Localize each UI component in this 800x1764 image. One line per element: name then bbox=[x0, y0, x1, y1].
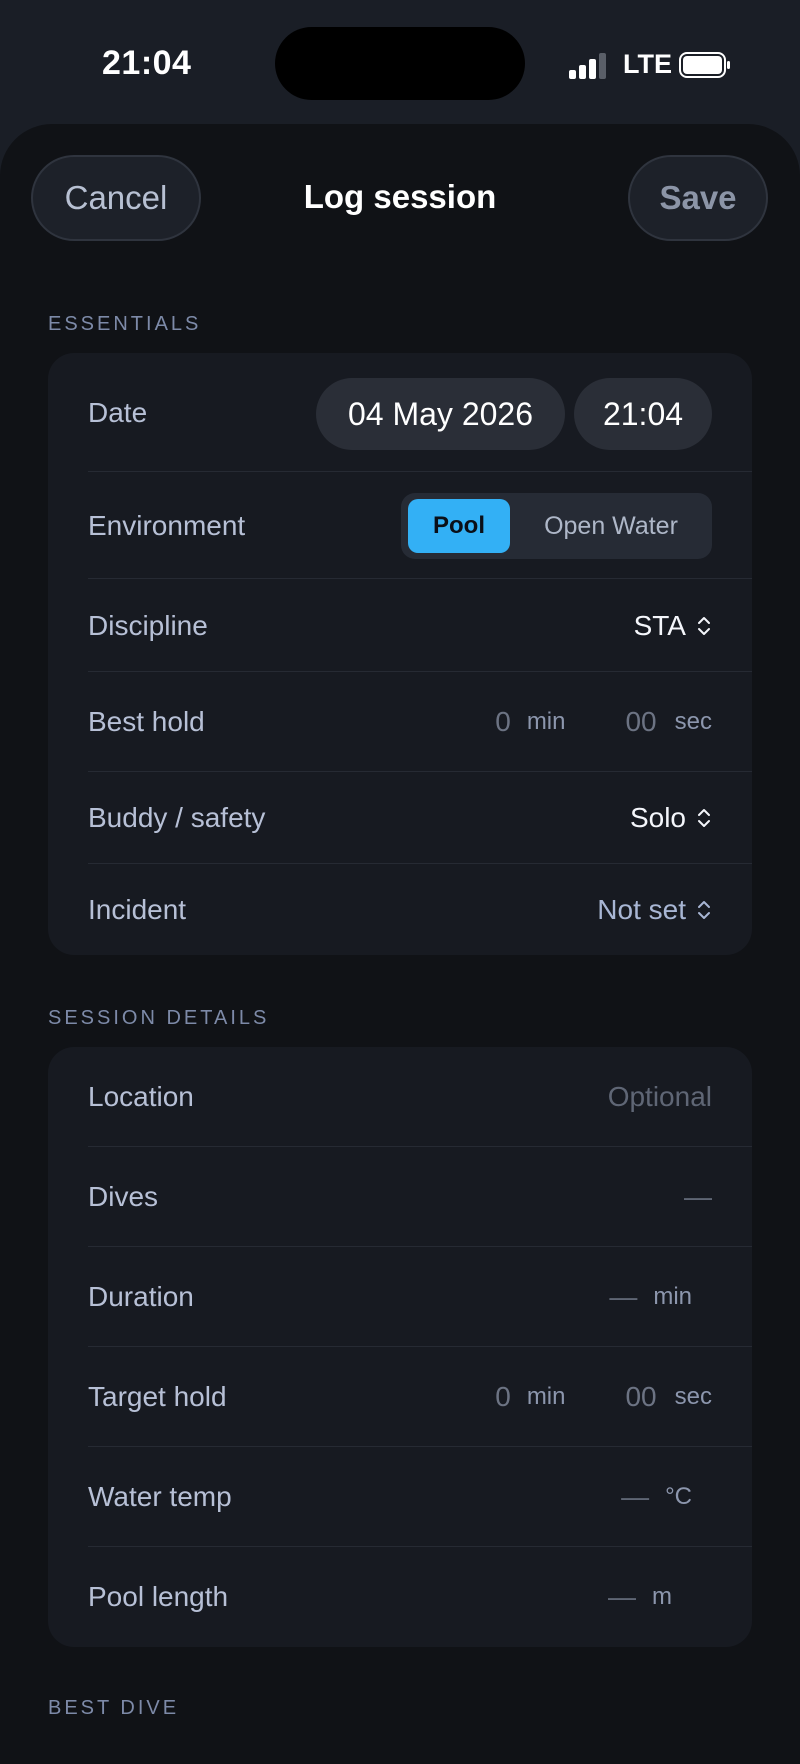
water-temp-row[interactable]: Water temp — °C bbox=[88, 1447, 752, 1547]
pool-length-input[interactable]: — m bbox=[608, 1581, 672, 1613]
location-placeholder: Optional bbox=[607, 1081, 712, 1112]
water-temp-value: — bbox=[621, 1481, 650, 1512]
section-header-session-details: SESSION DETAILS bbox=[48, 1007, 270, 1029]
dynamic-island bbox=[275, 27, 525, 100]
save-button[interactable]: Save bbox=[628, 155, 768, 241]
best-hold-input[interactable]: 0 min 00 sec bbox=[495, 706, 712, 738]
best-hold-label: Best hold bbox=[88, 706, 205, 737]
pool-length-unit: m bbox=[652, 1583, 672, 1610]
cellular-signal-icon bbox=[569, 53, 606, 79]
target-hold-min-unit: min bbox=[526, 1383, 566, 1410]
date-label: Date bbox=[88, 396, 148, 428]
target-hold-minutes[interactable]: 0 bbox=[495, 1381, 511, 1413]
target-hold-input[interactable]: 0 min 00 sec bbox=[495, 1381, 712, 1413]
target-hold-seconds[interactable]: 00 bbox=[625, 1381, 656, 1413]
dives-row[interactable]: Dives — bbox=[88, 1147, 752, 1247]
discipline-picker[interactable]: STA bbox=[634, 610, 712, 642]
water-temp-label: Water temp bbox=[88, 1481, 232, 1512]
target-hold-sec-unit: sec bbox=[674, 1383, 712, 1410]
best-hold-row: Best hold 0 min 00 sec bbox=[88, 672, 752, 772]
incident-picker[interactable]: Not set bbox=[597, 894, 712, 926]
buddy-row[interactable]: Buddy / safety Solo bbox=[88, 772, 752, 864]
status-time: 21:04 bbox=[102, 44, 192, 82]
time-picker[interactable]: 21:04 bbox=[574, 378, 712, 450]
session-details-card: Location Optional Dives — Duration — min… bbox=[48, 1047, 752, 1647]
water-temp-input[interactable]: — °C bbox=[621, 1481, 692, 1513]
segment-pool[interactable]: Pool bbox=[408, 499, 510, 553]
location-input[interactable]: Optional bbox=[608, 1081, 712, 1113]
status-bar: 21:04 LTE bbox=[0, 0, 800, 120]
location-label: Location bbox=[88, 1081, 194, 1112]
incident-value: Not set bbox=[597, 893, 686, 925]
pool-length-row[interactable]: Pool length — m bbox=[88, 1547, 752, 1647]
pool-length-value: — bbox=[608, 1581, 636, 1612]
discipline-label: Discipline bbox=[88, 609, 208, 641]
dives-label: Dives bbox=[88, 1181, 159, 1212]
essentials-card: Date 04 May 2026 21:04 Environment Pool … bbox=[48, 353, 752, 955]
environment-segmented-control: Pool Open Water bbox=[401, 493, 712, 559]
best-hold-sec-unit: sec bbox=[674, 708, 712, 735]
best-hold-min-unit: min bbox=[526, 708, 566, 735]
discipline-value: STA bbox=[633, 609, 686, 641]
water-temp-unit: °C bbox=[665, 1483, 692, 1510]
buddy-value: Solo bbox=[629, 802, 686, 833]
environment-row: Environment Pool Open Water bbox=[88, 472, 752, 579]
duration-unit: min bbox=[653, 1283, 692, 1310]
chevron-up-down-icon bbox=[698, 900, 710, 919]
date-picker[interactable]: 04 May 2026 bbox=[316, 378, 565, 450]
target-hold-label: Target hold bbox=[88, 1381, 227, 1412]
section-header-essentials: ESSENTIALS bbox=[48, 313, 202, 335]
pool-length-label: Pool length bbox=[88, 1581, 229, 1612]
best-hold-seconds[interactable]: 00 bbox=[625, 706, 656, 738]
buddy-picker[interactable]: Solo bbox=[630, 802, 712, 834]
incident-row[interactable]: Incident Not set bbox=[88, 864, 752, 955]
segment-open-water[interactable]: Open Water bbox=[510, 499, 712, 553]
dives-value: — bbox=[684, 1181, 712, 1212]
dives-input[interactable]: — bbox=[684, 1181, 712, 1213]
environment-label: Environment bbox=[88, 509, 246, 541]
chevron-up-down-icon bbox=[698, 809, 710, 827]
network-type: LTE bbox=[623, 49, 672, 79]
duration-row[interactable]: Duration — min bbox=[88, 1247, 752, 1347]
duration-value: — bbox=[609, 1281, 638, 1312]
incident-label: Incident bbox=[88, 893, 187, 925]
duration-label: Duration bbox=[88, 1281, 194, 1312]
battery-icon bbox=[679, 52, 730, 78]
target-hold-row: Target hold 0 min 00 sec bbox=[88, 1347, 752, 1447]
chevron-up-down-icon bbox=[698, 616, 710, 635]
duration-input[interactable]: — min bbox=[609, 1281, 692, 1313]
date-row: Date 04 May 2026 21:04 bbox=[88, 353, 752, 472]
location-row[interactable]: Location Optional bbox=[88, 1047, 752, 1147]
discipline-row[interactable]: Discipline STA bbox=[88, 579, 752, 672]
buddy-label: Buddy / safety bbox=[88, 802, 266, 833]
section-header-best-dive: BEST DIVE bbox=[48, 1697, 180, 1719]
best-hold-minutes[interactable]: 0 bbox=[495, 706, 511, 738]
